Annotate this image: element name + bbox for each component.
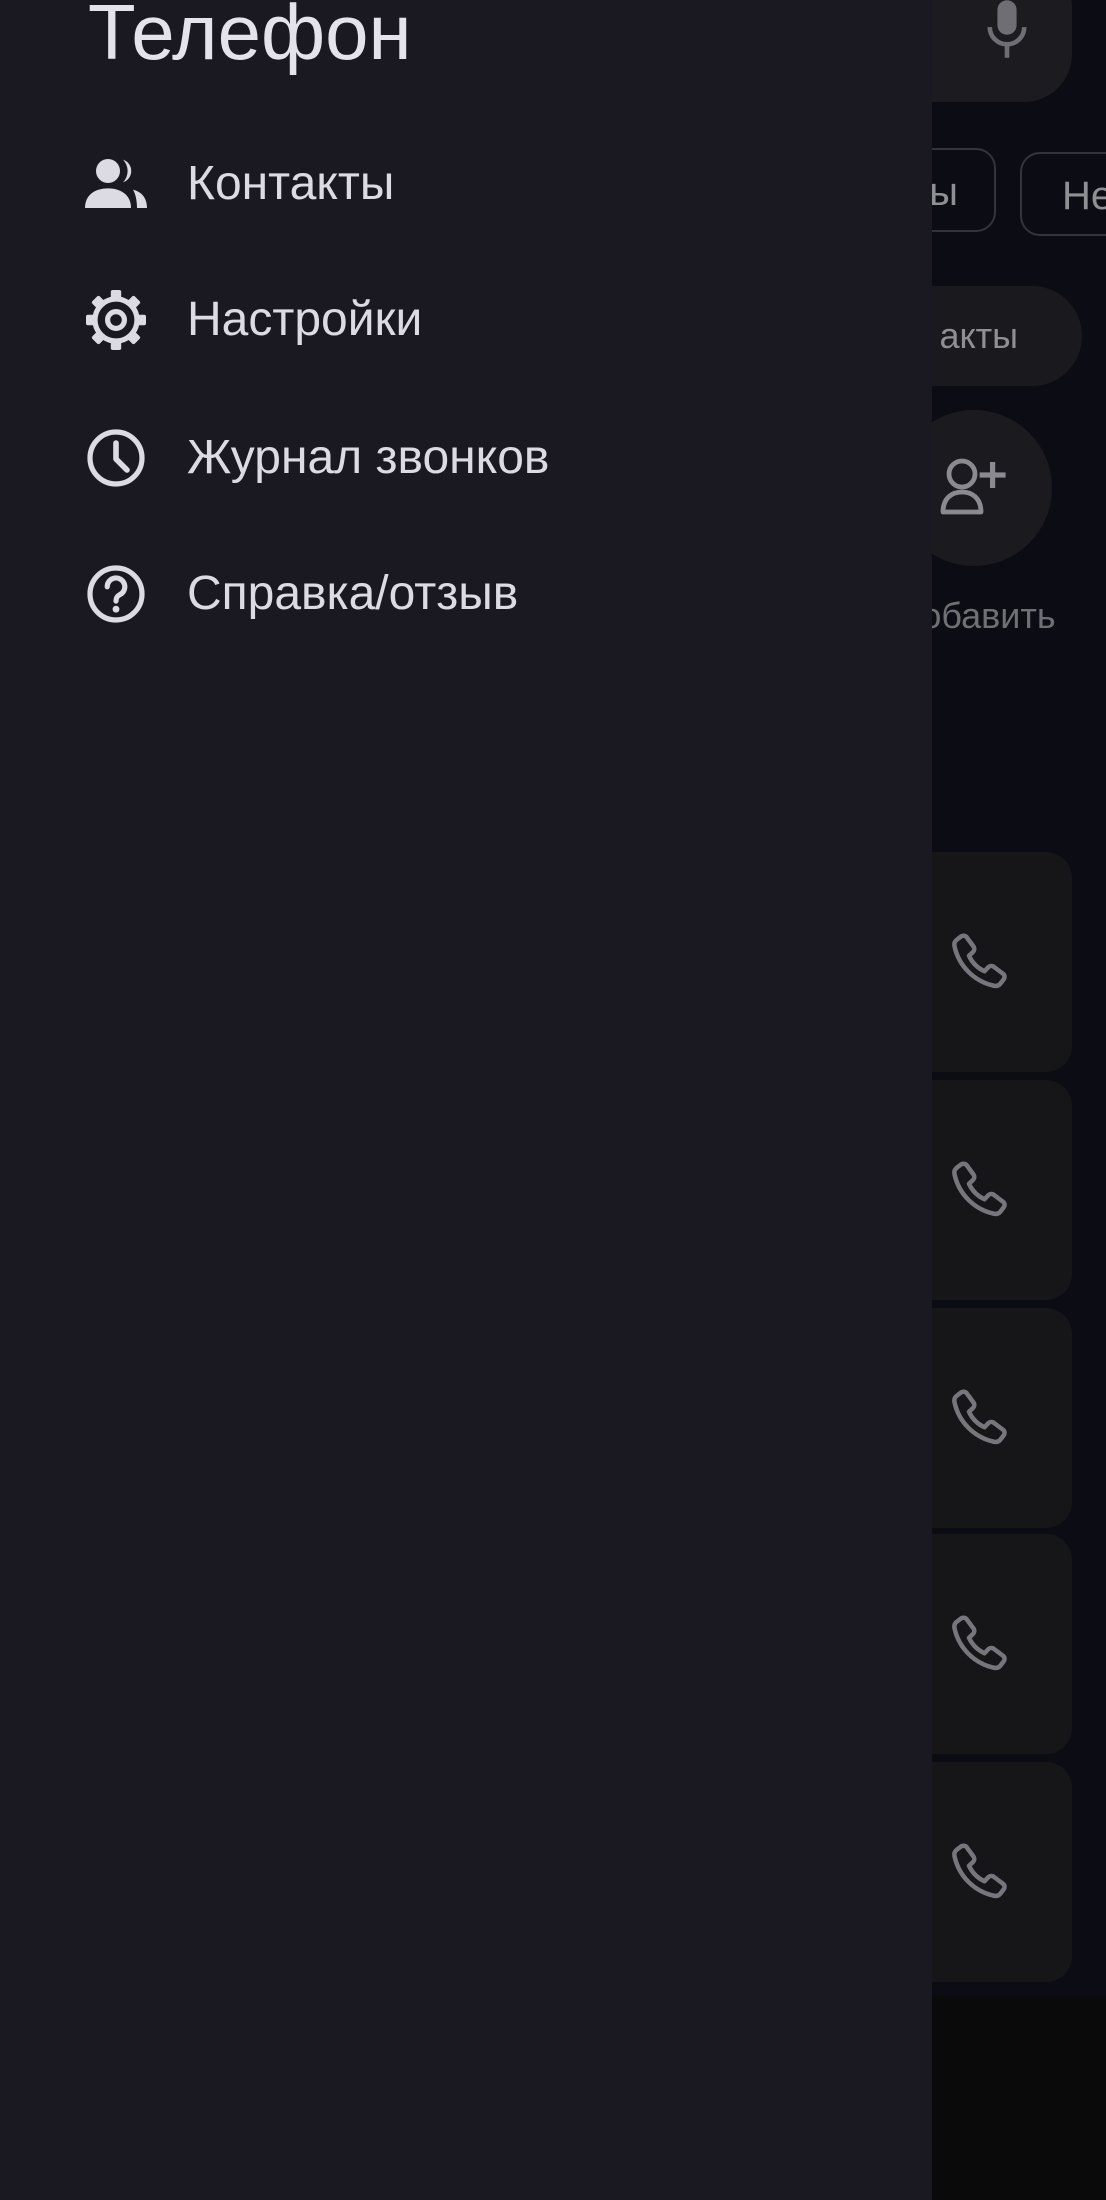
phone-icon[interactable] [950, 930, 1010, 990]
drawer-item-call-history[interactable]: Журнал звонков [0, 402, 932, 512]
screen: ы Не акты добавить [0, 0, 1106, 2200]
phone-icon[interactable] [950, 1158, 1010, 1218]
drawer-item-label: Справка/отзыв [187, 567, 519, 620]
filter-chip[interactable]: Не [1020, 152, 1106, 236]
drawer-item-help[interactable]: Справка/отзыв [0, 538, 932, 648]
drawer-item-label: Журнал звонков [187, 431, 550, 484]
gear-icon [86, 290, 146, 350]
help-icon [87, 565, 145, 623]
person-add-icon [940, 458, 1006, 515]
drawer-item-settings[interactable]: Настройки [0, 264, 932, 374]
contacts-icon [85, 159, 147, 208]
drawer-title: Телефон [88, 0, 412, 76]
phone-icon[interactable] [950, 1612, 1010, 1672]
microphone-icon[interactable] [984, 0, 1030, 58]
clock-icon [87, 429, 145, 487]
phone-icon[interactable] [950, 1840, 1010, 1900]
phone-icon[interactable] [950, 1386, 1010, 1446]
drawer-item-label: Настройки [187, 293, 423, 346]
drawer-item-label: Контакты [187, 157, 395, 210]
drawer-item-contacts[interactable]: Контакты [0, 128, 932, 238]
navigation-drawer: Телефон Контакты Настройки Журнал звонко… [0, 0, 932, 2200]
